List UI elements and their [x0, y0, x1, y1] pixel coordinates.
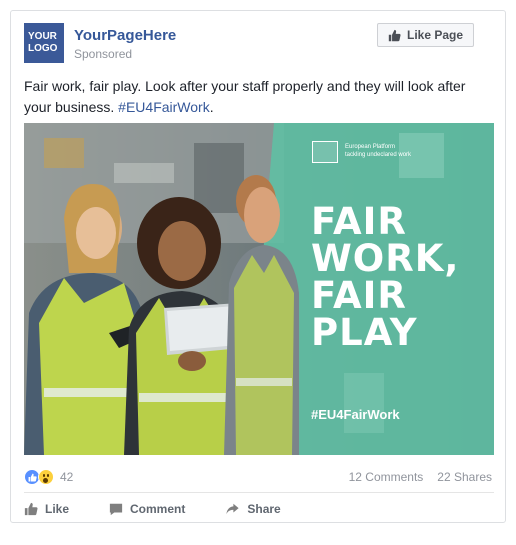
- share-label: Share: [247, 502, 281, 516]
- engagement-counts: 12 Comments 22 Shares: [349, 470, 492, 484]
- comment-icon: [109, 503, 123, 516]
- post-hashtag-link[interactable]: #EU4FairWork: [118, 99, 210, 115]
- comments-count-link[interactable]: 12 Comments: [349, 470, 424, 484]
- partner-line-2: tackling undeclared work: [345, 152, 412, 158]
- like-label: Like: [45, 502, 70, 516]
- sponsored-post-card: YOUR LOGO YourPageHere Sponsored Like Pa…: [10, 10, 506, 523]
- post-hashtag-suffix: .: [209, 99, 214, 115]
- page-logo[interactable]: YOUR LOGO: [24, 23, 64, 63]
- share-button[interactable]: Share: [225, 498, 281, 520]
- reaction-summary[interactable]: 42: [24, 469, 73, 485]
- wow-reaction-icon: [38, 469, 54, 485]
- ad-headline-line: WORK,: [311, 237, 460, 280]
- ad-headline-line: FAIR: [311, 274, 407, 317]
- sponsored-label[interactable]: Sponsored: [74, 47, 132, 61]
- share-icon: [226, 503, 239, 515]
- like-button[interactable]: Like: [24, 498, 69, 520]
- shares-count-link[interactable]: 22 Shares: [437, 470, 492, 484]
- partner-logo-text: European Platform tackling undeclared wo…: [345, 143, 411, 159]
- page-name-link[interactable]: YourPageHere: [74, 27, 176, 44]
- partner-line-1: European Platform: [345, 144, 396, 150]
- comment-label: Comment: [130, 502, 186, 516]
- eu-flag-icon: [312, 141, 338, 163]
- like-page-label: Like Page: [406, 28, 464, 42]
- post-body: Fair work, fair play. Look after your st…: [24, 78, 466, 115]
- logo-line-2: LOGO: [28, 43, 58, 54]
- thumbs-up-icon: [388, 29, 401, 41]
- divider: [24, 492, 494, 493]
- post-actions: Like Comment Share: [24, 498, 494, 520]
- post-text: Fair work, fair play. Look after your st…: [24, 76, 494, 118]
- ad-image[interactable]: European Platform tackling undeclared wo…: [24, 123, 494, 455]
- ad-hashtag: #EU4FairWork: [311, 407, 400, 422]
- reaction-count: 42: [60, 470, 74, 484]
- thumbs-up-icon: [24, 502, 38, 516]
- ad-headline-line: FAIR: [311, 200, 407, 243]
- logo-line-1: YOUR: [28, 31, 57, 42]
- ad-headline: FAIR WORK, FAIR PLAY: [311, 203, 459, 351]
- comment-button[interactable]: Comment: [109, 498, 185, 520]
- ad-headline-line: PLAY: [311, 311, 418, 354]
- like-page-button[interactable]: Like Page: [377, 23, 474, 47]
